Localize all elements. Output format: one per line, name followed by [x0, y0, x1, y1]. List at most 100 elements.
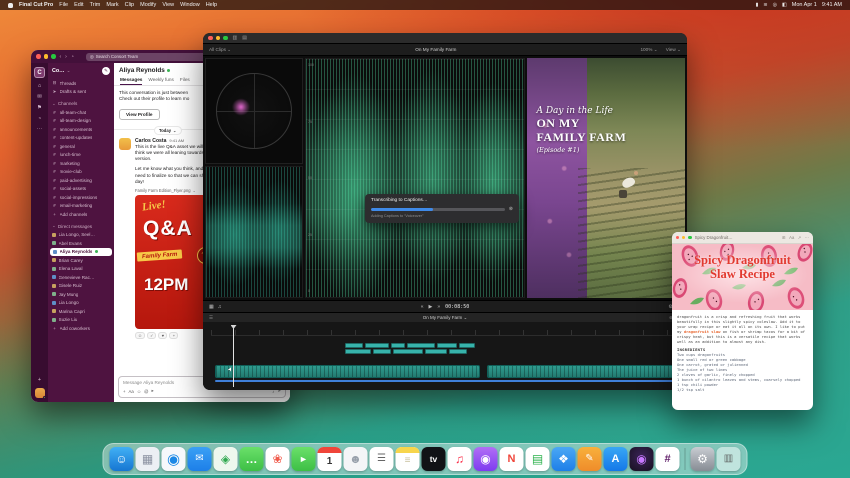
- active-app-name[interactable]: Final Cut Pro: [19, 2, 53, 8]
- sidebar-dm[interactable]: Marina Capri: [48, 307, 114, 316]
- sidebar-channel[interactable]: #all-team-design: [48, 117, 114, 126]
- menu-edit[interactable]: Edit: [74, 2, 83, 8]
- dock-final-cut-pro[interactable]: ◉: [630, 447, 654, 471]
- control-center-icon[interactable]: ◧: [782, 2, 787, 8]
- skimming-icon[interactable]: ▦: [209, 304, 214, 310]
- plus-icon[interactable]: +: [123, 389, 126, 394]
- dms-section-header[interactable]: ⌄ Direct messages: [48, 222, 114, 231]
- window-controls[interactable]: [36, 54, 56, 59]
- add-channels-button[interactable]: +Add channels: [48, 210, 114, 219]
- history-clock-icon[interactable]: ◔: [71, 54, 74, 60]
- dock-mail[interactable]: ✉: [188, 447, 212, 471]
- browser-toggle-icon[interactable]: ▥: [233, 35, 238, 41]
- more-icon[interactable]: ⋯: [37, 127, 43, 133]
- more-icon[interactable]: ⋯: [805, 235, 809, 240]
- menu-window[interactable]: Window: [180, 2, 200, 8]
- dock-tv[interactable]: tv: [422, 447, 446, 471]
- add-reaction-icon[interactable]: +: [169, 332, 178, 339]
- grid-icon[interactable]: ⊞: [782, 235, 786, 240]
- message-author[interactable]: Carlos Costa: [135, 138, 166, 144]
- menu-file[interactable]: File: [59, 2, 68, 8]
- add-icon[interactable]: +: [38, 377, 41, 383]
- sidebar-dm[interactable]: Elena Laval: [48, 265, 114, 274]
- dock-numbers[interactable]: ▤: [526, 447, 550, 471]
- audio-icon[interactable]: ♫: [218, 304, 222, 310]
- dock-notes[interactable]: ≡: [396, 447, 420, 471]
- menubar-clock[interactable]: 9:41 AM: [822, 2, 842, 8]
- later-icon[interactable]: ◔: [38, 116, 41, 122]
- menubar-date[interactable]: Mon Apr 1: [792, 2, 817, 8]
- tab-messages[interactable]: Messages: [120, 77, 142, 85]
- sidebar-dm[interactable]: Gisele Ruiz: [48, 282, 114, 291]
- dock-messages[interactable]: …: [240, 447, 264, 471]
- video-icon[interactable]: ▸: [152, 388, 154, 394]
- dock-trash[interactable]: ▥: [717, 447, 741, 471]
- dock-finder[interactable]: ☺: [110, 447, 134, 471]
- user-avatar[interactable]: [35, 388, 45, 398]
- menu-clip[interactable]: Clip: [125, 2, 134, 8]
- history-forward-icon[interactable]: ›: [65, 54, 67, 60]
- viewer-canvas[interactable]: A Day in the Life ON MY FAMILY FARM (Epi…: [527, 58, 685, 298]
- format-icon[interactable]: Aa: [789, 235, 794, 240]
- window-controls[interactable]: [676, 236, 692, 239]
- sidebar-item-threads[interactable]: ⊟ Threads: [48, 79, 114, 88]
- timeline[interactable]: ➤: [203, 322, 687, 390]
- timeline-clip[interactable]: [215, 365, 480, 378]
- share-icon[interactable]: ↗: [798, 235, 802, 240]
- format-icon[interactable]: Aa: [129, 389, 134, 394]
- workspace-switcher[interactable]: C: [34, 67, 45, 78]
- history-back-icon[interactable]: ‹: [60, 54, 62, 60]
- battery-icon[interactable]: ▮: [756, 2, 759, 8]
- audio-track[interactable]: [215, 380, 683, 382]
- emoji-reaction-icon[interactable]: ☺: [135, 332, 145, 339]
- attachment-filename[interactable]: Family Farm Edition_Flyer.png: [135, 188, 191, 193]
- menu-trim[interactable]: Trim: [90, 2, 101, 8]
- sidebar-channel[interactable]: #announcements: [48, 125, 114, 134]
- dock-pages[interactable]: ✎: [578, 447, 602, 471]
- activity-icon[interactable]: ⚑: [37, 105, 42, 111]
- sidebar-dm[interactable]: Genevieve Rac…: [48, 273, 114, 282]
- avatar[interactable]: [119, 138, 131, 150]
- sidebar-dm[interactable]: Jay Mung: [48, 290, 114, 299]
- channels-section-header[interactable]: ⌄ Channels: [48, 99, 114, 108]
- view-profile-button[interactable]: View Profile: [119, 109, 160, 120]
- caption-clips-row[interactable]: [345, 343, 475, 348]
- sidebar-dm[interactable]: Abel Evans: [48, 239, 114, 248]
- dock-maps[interactable]: ◈: [214, 447, 238, 471]
- sidebar-channel[interactable]: #all-team-chat: [48, 108, 114, 117]
- sidebar-dm[interactable]: Brian Carey: [48, 256, 114, 265]
- sidebar-channel[interactable]: #lunch-time: [48, 151, 114, 160]
- dock-news[interactable]: N: [500, 447, 524, 471]
- sidebar-item-drafts[interactable]: ➤ Drafts & sent: [48, 88, 114, 97]
- dock-calendar[interactable]: 1: [318, 447, 342, 471]
- playhead[interactable]: [233, 326, 234, 387]
- sidebar-channel[interactable]: #social-impressions: [48, 193, 114, 202]
- check-reaction-icon[interactable]: ✓: [147, 332, 156, 339]
- sidebar-dm[interactable]: Suzie Liu: [48, 316, 114, 325]
- search-icon[interactable]: ◎: [773, 2, 777, 8]
- viewer-zoom-dropdown[interactable]: 100% ⌄: [640, 47, 657, 53]
- sidebar-channel[interactable]: #social-assets: [48, 185, 114, 194]
- inspector-toggle-icon[interactable]: ▤: [242, 35, 247, 41]
- dock-podcasts[interactable]: ◉: [474, 447, 498, 471]
- sidebar-channel[interactable]: #movie-club: [48, 168, 114, 177]
- dock-music[interactable]: ♫: [448, 447, 472, 471]
- workspace-name[interactable]: Co…: [52, 68, 65, 74]
- clip-filter-dropdown[interactable]: All Clips ⌄: [209, 47, 231, 53]
- compose-icon[interactable]: ✎: [102, 67, 110, 75]
- dock-photos[interactable]: ❀: [266, 447, 290, 471]
- menu-view[interactable]: View: [162, 2, 174, 8]
- sidebar-channel[interactable]: #paid-advertising: [48, 176, 114, 185]
- dock-app-store[interactable]: A: [604, 447, 628, 471]
- previous-frame-button[interactable]: «: [421, 304, 424, 310]
- dock-safari[interactable]: ◉: [162, 447, 186, 471]
- date-divider-pill[interactable]: Today ⌄: [154, 126, 182, 135]
- tab-weekly-funs[interactable]: Weekly funs: [148, 77, 173, 85]
- heart-reaction-icon[interactable]: ♥: [158, 332, 167, 339]
- sidebar-dm-aliya-reynolds[interactable]: Aliya Reynolds: [50, 248, 112, 257]
- dock-reminders[interactable]: ☰: [370, 447, 394, 471]
- emoji-icon[interactable]: ☺: [137, 389, 141, 394]
- caption-clips-row[interactable]: [345, 349, 467, 354]
- window-controls[interactable]: [208, 36, 228, 41]
- menu-help[interactable]: Help: [206, 2, 217, 8]
